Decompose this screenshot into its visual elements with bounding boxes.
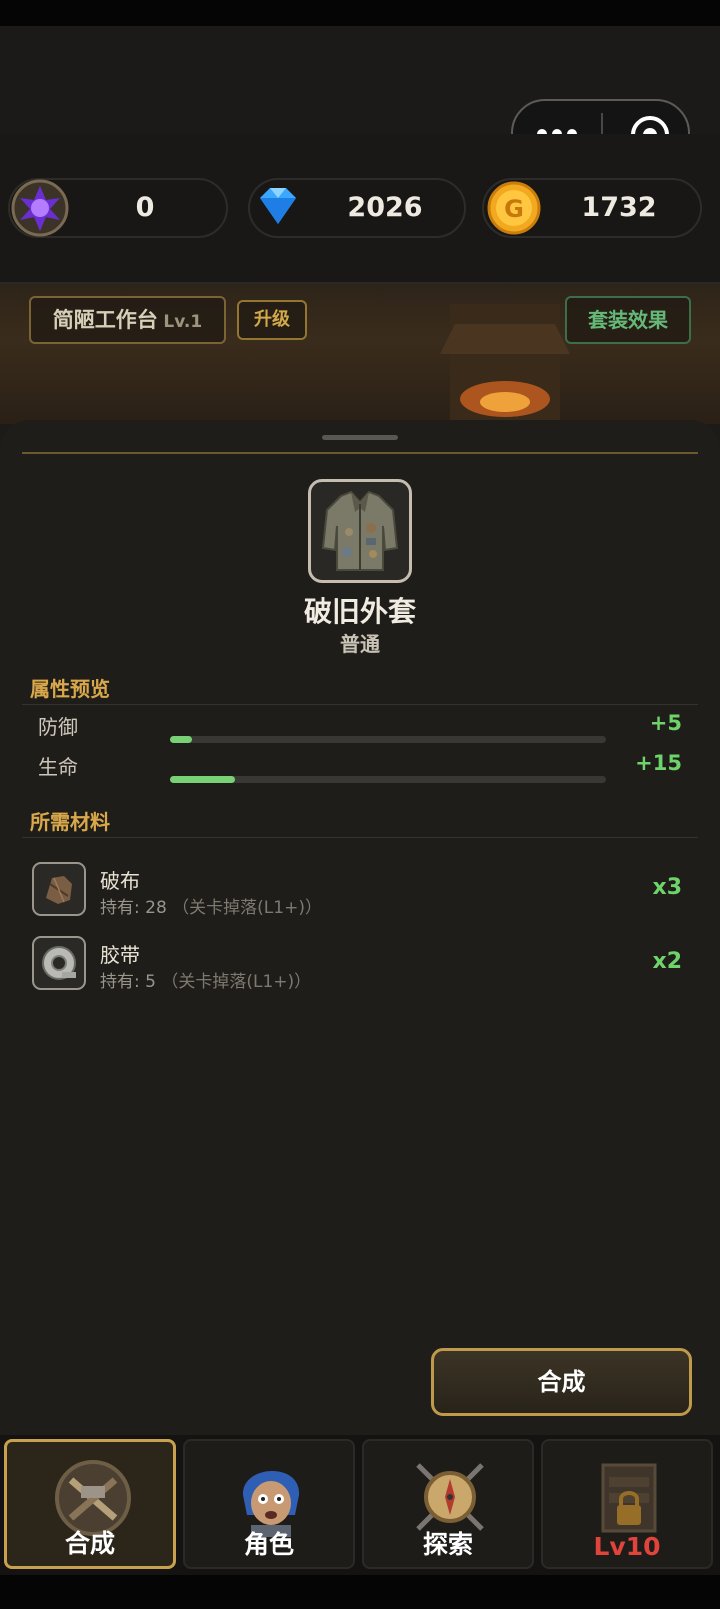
stats-title: 属性预览 [30,677,110,701]
gold-coin-icon: G [487,181,541,235]
stat-label: 防御 [38,715,78,739]
tab-character[interactable]: 角色 [183,1439,355,1569]
locked-shop-icon [601,1463,657,1533]
stat-bar-fill [170,736,192,743]
item-rarity: 普通 [340,632,380,656]
workshop-banner: 简陋工作台 Lv.1 升级 套装效果 [0,284,720,424]
resource-value: 1732 [581,192,657,223]
resource-diamond: 2026 [248,178,466,238]
material-name: 破布 [100,869,140,893]
rag-icon [46,876,72,904]
resource-value: 0 [135,192,155,223]
craft-button[interactable]: 合成 [431,1348,692,1416]
stat-value: +5 [649,711,682,735]
material-owned: 持有: 5 （关卡掉落(L1+)） [100,967,311,992]
tab-label: 探索 [422,1530,473,1559]
material-owned: 持有: 28 （关卡掉落(L1+)） [100,893,322,918]
jacket-icon [321,490,399,571]
material-slot[interactable] [32,862,86,916]
status-bar [0,0,720,26]
tab-label: 合成 [64,1529,115,1558]
home-indicator-area [0,1575,720,1609]
resource-gold: G 1732 [482,178,702,238]
drag-handle[interactable] [322,435,398,440]
item-preview [308,479,412,583]
bottom-tab-bar: 合成 角色 探索 Lv10 [0,1435,720,1575]
divider [22,452,698,454]
material-count: 持有: 5 [100,972,156,992]
tape-icon [42,946,76,980]
material-quantity: x3 [652,875,683,900]
tab-locked-shop[interactable]: Lv10 [541,1439,713,1569]
stat-bar [170,736,606,743]
tab-explore[interactable]: 探索 [362,1439,534,1569]
material-quantity: x2 [652,949,683,974]
materials-title: 所需材料 [30,810,110,834]
material-count: 持有: 28 [100,898,167,918]
material-source: （关卡掉落(L1+)） [161,972,312,992]
divider [22,837,698,838]
item-name: 破旧外套 [303,595,416,628]
stat-bar-fill [170,776,236,783]
diamond-icon [260,188,296,224]
workbench-name: 简陋工作台 [52,308,158,332]
workbench-level: Lv.1 [163,312,203,332]
upgrade-button[interactable]: 升级 [237,300,307,340]
workbench-title: 简陋工作台 Lv.1 [29,296,226,344]
svg-text:G: G [504,195,524,223]
tab-label: Lv10 [593,1532,661,1561]
resource-purple-crystal: 0 [8,178,228,238]
divider [22,704,698,705]
material-source: （关卡掉落(L1+)） [172,898,322,918]
tab-craft[interactable]: 合成 [4,1439,176,1569]
set-effect-button[interactable]: 套装效果 [565,296,691,344]
material-slot[interactable] [32,936,86,990]
resource-value: 2026 [347,192,423,223]
stat-label: 生命 [38,755,78,779]
stat-bar [170,776,606,783]
stat-value: +15 [635,751,682,775]
purple-crystal-icon [11,179,69,237]
material-name: 胶带 [100,943,140,967]
tab-label: 角色 [243,1530,294,1559]
resource-bar: 0 2026 G 1732 [0,134,720,284]
